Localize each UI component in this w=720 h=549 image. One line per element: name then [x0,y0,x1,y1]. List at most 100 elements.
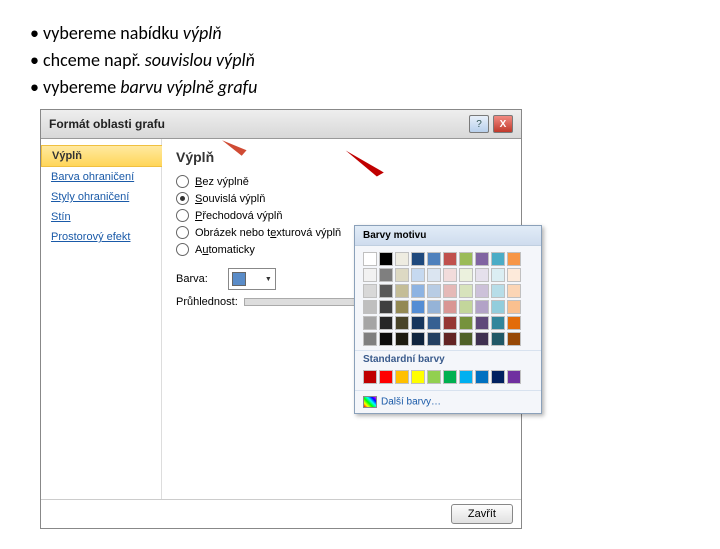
color-swatch[interactable] [459,300,473,314]
color-swatch[interactable] [507,316,521,330]
color-swatch[interactable] [507,284,521,298]
bullet-3: • vybereme barvu výplně grafu [30,74,690,101]
fill-bucket-icon [232,272,246,286]
color-swatch[interactable] [443,252,457,266]
color-swatch[interactable] [491,332,505,346]
format-chart-area-dialog: Formát oblasti grafu ? X Výplň Barva ohr… [40,109,522,529]
color-swatch[interactable] [395,252,409,266]
sidebar-item-border-color[interactable]: Barva ohraničení [41,167,161,187]
color-swatch[interactable] [379,370,393,384]
color-swatch[interactable] [475,300,489,314]
sidebar-item-3d-format[interactable]: Prostorový efekt [41,227,161,247]
theme-colors-title: Barvy motivu [355,226,541,246]
color-swatch[interactable] [363,316,377,330]
color-swatch[interactable] [443,370,457,384]
transparency-slider[interactable] [244,298,366,306]
color-swatch[interactable] [427,332,441,346]
color-swatch[interactable] [491,370,505,384]
color-swatch[interactable] [443,284,457,298]
color-swatch[interactable] [411,300,425,314]
color-swatch[interactable] [475,316,489,330]
color-swatch[interactable] [411,370,425,384]
color-swatch[interactable] [443,332,457,346]
close-dialog-button[interactable]: Zavřít [451,504,513,524]
color-swatch[interactable] [443,268,457,282]
color-swatch[interactable] [379,252,393,266]
radio-icon [176,175,189,188]
color-swatch[interactable] [491,284,505,298]
transparency-label: Průhlednost: [176,296,238,308]
theme-color-grid [355,246,541,350]
color-swatch[interactable] [411,268,425,282]
color-swatch[interactable] [395,316,409,330]
sidebar-item-border-styles[interactable]: Styly ohraničení [41,187,161,207]
color-wheel-icon [363,396,377,408]
radio-label: Automaticky [195,244,255,256]
fill-option-radio[interactable]: Bez výplně [176,173,507,190]
color-picker-popup: Barvy motivu Standardní barvy Další barv… [354,225,542,414]
color-swatch[interactable] [475,284,489,298]
color-swatch[interactable] [395,332,409,346]
sidebar-item-shadow[interactable]: Stín [41,207,161,227]
color-swatch[interactable] [475,332,489,346]
color-swatch[interactable] [459,370,473,384]
color-swatch[interactable] [507,332,521,346]
color-swatch[interactable] [363,284,377,298]
color-swatch[interactable] [427,316,441,330]
color-swatch[interactable] [491,300,505,314]
color-swatch[interactable] [395,268,409,282]
more-colors-button[interactable]: Další barvy… [355,390,541,413]
color-swatch[interactable] [459,284,473,298]
color-swatch[interactable] [411,284,425,298]
color-swatch[interactable] [475,268,489,282]
color-swatch[interactable] [459,268,473,282]
close-button[interactable]: X [493,115,513,133]
color-dropdown-button[interactable]: ▼ [228,268,276,290]
category-sidebar: Výplň Barva ohraničení Styly ohraničení … [41,139,162,499]
color-swatch[interactable] [491,252,505,266]
color-swatch[interactable] [491,268,505,282]
color-swatch[interactable] [459,332,473,346]
color-swatch[interactable] [475,252,489,266]
color-swatch[interactable] [427,370,441,384]
color-swatch[interactable] [475,370,489,384]
color-swatch[interactable] [379,316,393,330]
color-swatch[interactable] [363,268,377,282]
color-swatch[interactable] [507,300,521,314]
color-swatch[interactable] [443,300,457,314]
color-swatch[interactable] [459,316,473,330]
radio-icon [176,243,189,256]
color-swatch[interactable] [379,300,393,314]
color-swatch[interactable] [427,252,441,266]
color-swatch[interactable] [379,268,393,282]
color-swatch[interactable] [507,252,521,266]
color-swatch[interactable] [459,252,473,266]
color-swatch[interactable] [507,370,521,384]
help-button[interactable]: ? [469,115,489,133]
color-swatch[interactable] [443,316,457,330]
standard-color-row [355,367,541,390]
color-swatch[interactable] [379,284,393,298]
titlebar[interactable]: Formát oblasti grafu ? X [41,110,521,139]
fill-option-radio[interactable]: Přechodová výplň [176,207,507,224]
color-swatch[interactable] [363,332,377,346]
color-swatch[interactable] [491,316,505,330]
color-swatch[interactable] [427,268,441,282]
radio-label: Bez výplně [195,176,249,188]
color-swatch[interactable] [427,284,441,298]
fill-option-radio[interactable]: Souvislá výplň [176,190,507,207]
color-swatch[interactable] [395,370,409,384]
color-swatch[interactable] [427,300,441,314]
color-swatch[interactable] [395,300,409,314]
color-swatch[interactable] [507,268,521,282]
color-swatch[interactable] [411,332,425,346]
radio-label: Přechodová výplň [195,210,282,222]
color-swatch[interactable] [411,252,425,266]
color-swatch[interactable] [363,252,377,266]
color-swatch[interactable] [411,316,425,330]
sidebar-item-fill[interactable]: Výplň [41,145,162,167]
color-swatch[interactable] [363,370,377,384]
color-swatch[interactable] [395,284,409,298]
color-swatch[interactable] [379,332,393,346]
color-swatch[interactable] [363,300,377,314]
